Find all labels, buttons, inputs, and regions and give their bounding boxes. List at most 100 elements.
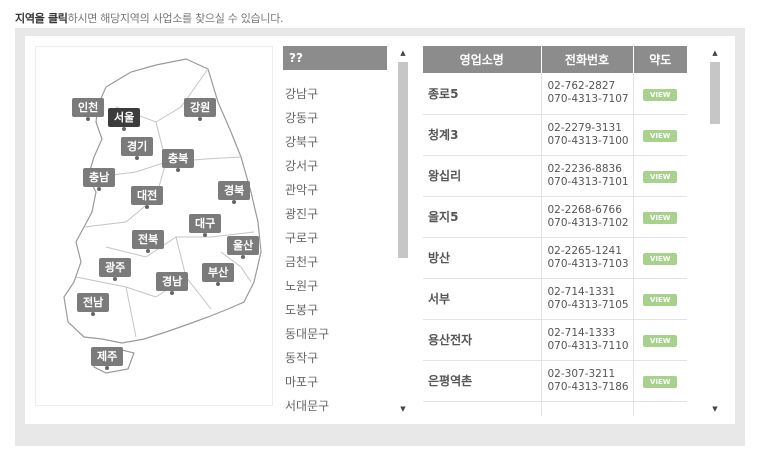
view-map-button[interactable]: VIEW	[643, 335, 678, 347]
view-map-button[interactable]: VIEW	[643, 253, 678, 265]
office-scrollbar[interactable]: ▲ ▼	[708, 46, 722, 416]
office-map-cell: VIEW	[633, 114, 687, 156]
table-row: 용산전자 02-714-1333 070-4313-7110 VIEW	[423, 319, 687, 361]
office-name: 청계3	[423, 114, 542, 156]
instruction-rest: 하시면 해당지역의 사업소를 찾으실 수 있습니다.	[67, 12, 284, 25]
district-item[interactable]: 도봉구	[283, 298, 387, 322]
district-item[interactable]: 마포구	[283, 370, 387, 394]
district-item[interactable]: 동대문구	[283, 322, 387, 346]
table-row: 청계3 02-2279-3131 070-4313-7100 VIEW	[423, 114, 687, 156]
office-map-cell: VIEW	[633, 155, 687, 197]
locator-frame: 인천 서울 강원 경기 충북 충남 대전 경북 대구 전북 울산 광주 부산 경…	[15, 28, 745, 446]
table-row: 을지5 02-2268-6766 070-4313-7102 VIEW	[423, 196, 687, 238]
office-name: 용산전자	[423, 319, 542, 361]
district-item[interactable]: 동작구	[283, 346, 387, 370]
office-phone-primary: 02-714-1333	[547, 326, 616, 339]
instruction-text: 지역을 클릭하시면 해당지역의 사업소를 찾으실 수 있습니다.	[15, 10, 284, 26]
office-name	[423, 401, 542, 416]
office-map-cell: VIEW	[633, 360, 687, 402]
office-scroll-thumb[interactable]	[710, 62, 720, 124]
table-row: 왕십리 02-2236-8836 070-4313-7101 VIEW	[423, 155, 687, 197]
office-map-cell: VIEW	[633, 278, 687, 320]
office-phone: 02-714-1331 070-4313-7105	[541, 278, 634, 320]
region-jeonbuk[interactable]: 전북	[132, 230, 165, 253]
district-item[interactable]: 광진구	[283, 202, 387, 226]
table-row: 은평역촌 02-307-3211 070-4313-7186 VIEW	[423, 360, 687, 402]
district-item[interactable]: 금천구	[283, 250, 387, 274]
scroll-up-icon[interactable]: ▲	[396, 46, 410, 60]
office-rows: 종로5 02-762-2827 070-4313-7107 VIEW 청계3 02-227…	[423, 73, 687, 416]
view-map-button[interactable]: VIEW	[643, 171, 678, 183]
office-phone-secondary: 070-4313-7101	[547, 175, 629, 188]
office-table: 영업소명 전화번호 약도 종로5 02-762-2827 070-4313-7107…	[423, 46, 687, 416]
office-map-cell: VIEW	[633, 237, 687, 279]
district-item[interactable]: 강남구	[283, 82, 387, 106]
region-chungnam[interactable]: 충남	[83, 168, 116, 191]
office-phone-primary: 02-714-1331	[547, 285, 616, 298]
office-name: 을지5	[423, 196, 542, 238]
region-busan[interactable]: 부산	[202, 263, 235, 286]
region-gangwon[interactable]: 강원	[184, 98, 217, 121]
region-incheon[interactable]: 인천	[72, 98, 105, 121]
office-map-cell: VIEW	[633, 401, 687, 416]
district-item[interactable]: 강북구	[283, 130, 387, 154]
office-phone-primary: 02-2268-6766	[547, 203, 622, 216]
district-items: 강남구 강동구 강북구 강서구 관악구 광진구 구로구 금천구 노원구 도봉구 동대문구 동작구 마포구…	[283, 70, 387, 418]
panel-bottom-bar	[25, 424, 735, 436]
view-map-button[interactable]: VIEW	[643, 376, 678, 388]
district-item[interactable]: 강서구	[283, 154, 387, 178]
office-phone: 02-2268-6766 070-4313-7102	[541, 196, 634, 238]
district-list-header: ??	[283, 46, 387, 70]
korea-map: 인천 서울 강원 경기 충북 충남 대전 경북 대구 전북 울산 광주 부산 경…	[35, 46, 273, 406]
scroll-down-icon[interactable]: ▼	[396, 402, 410, 416]
region-chungbuk[interactable]: 충북	[162, 149, 195, 172]
office-phone-secondary: 070-4313-7100	[547, 134, 629, 147]
office-table-header: 영업소명 전화번호 약도	[423, 46, 687, 73]
office-phone-primary: 02-307-3211	[547, 367, 616, 380]
office-phone: 02-2236-8836 070-4313-7101	[541, 155, 634, 197]
office-phone: 02-2279-3131 070-4313-7100	[541, 114, 634, 156]
region-jeonnam[interactable]: 전남	[77, 293, 110, 316]
table-row: 종로5 02-762-2827 070-4313-7107 VIEW	[423, 73, 687, 115]
district-list: ?? 강남구 강동구 강북구 강서구 관악구 광진구 구로구 금천구 노원구 도봉구 동대문구 동작구…	[283, 46, 387, 416]
office-phone: 02-714-1333 070-4313-7110	[541, 319, 634, 361]
table-row: 방산 02-2265-1241 070-4313-7103 VIEW	[423, 237, 687, 279]
region-gyeongbuk[interactable]: 경북	[218, 181, 251, 204]
office-map-cell: VIEW	[633, 196, 687, 238]
column-header-map: 약도	[633, 46, 687, 73]
district-item[interactable]: 구로구	[283, 226, 387, 250]
district-item[interactable]: 강동구	[283, 106, 387, 130]
region-daegu[interactable]: 대구	[189, 214, 222, 237]
district-item[interactable]: 노원구	[283, 274, 387, 298]
office-phone-secondary: 070-4313-7102	[547, 216, 629, 229]
scroll-up-icon[interactable]: ▲	[708, 46, 722, 60]
office-phone-secondary: 070-4313-7105	[547, 298, 629, 311]
office-phone: 02-307-3211 070-4313-7186	[541, 360, 634, 402]
office-phone-primary: 02-762-2827	[547, 80, 616, 93]
view-map-button[interactable]: VIEW	[643, 130, 678, 142]
office-phone-primary: 02-2236-8836	[547, 162, 622, 175]
district-scroll-thumb[interactable]	[398, 62, 408, 258]
view-map-button[interactable]: VIEW	[643, 88, 678, 101]
office-name: 방산	[423, 237, 542, 279]
office-phone-primary: 02-303-3211	[548, 415, 633, 416]
office-name: 서부	[423, 278, 542, 320]
district-item[interactable]: 관악구	[283, 178, 387, 202]
scroll-down-icon[interactable]: ▼	[708, 402, 722, 416]
region-jeju[interactable]: 제주	[91, 347, 124, 370]
region-ulsan[interactable]: 울산	[227, 236, 260, 259]
office-phone-secondary: 070-4313-7107	[547, 93, 629, 106]
region-gwangju[interactable]: 광주	[99, 258, 132, 281]
view-map-button[interactable]: VIEW	[643, 212, 678, 224]
district-scrollbar[interactable]: ▲ ▼	[396, 46, 410, 416]
district-item[interactable]: 서대문구	[283, 394, 387, 418]
view-map-button[interactable]: VIEW	[643, 294, 678, 306]
office-name: 종로5	[423, 73, 542, 115]
region-daejeon[interactable]: 대전	[131, 186, 164, 209]
office-map-cell: VIEW	[633, 73, 687, 115]
region-gyeongnam[interactable]: 경남	[156, 272, 189, 295]
region-gyeonggi[interactable]: 경기	[121, 137, 154, 160]
column-header-name: 영업소명	[423, 46, 542, 73]
region-seoul[interactable]: 서울	[108, 108, 141, 131]
column-header-phone: 전화번호	[541, 46, 634, 73]
